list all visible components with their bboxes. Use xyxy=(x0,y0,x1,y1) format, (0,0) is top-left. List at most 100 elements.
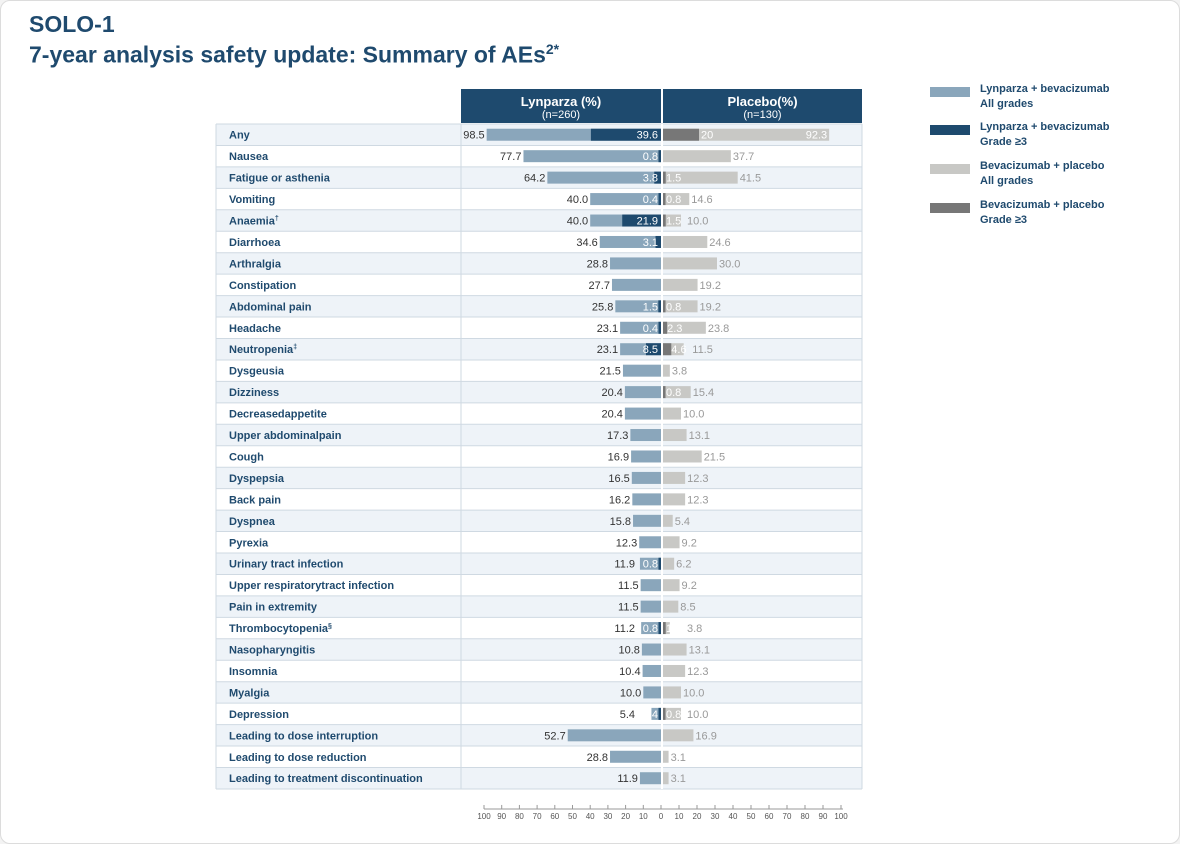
placebo-all-grades-bar xyxy=(663,750,669,763)
lynparza-all-grades-label: 15.8 xyxy=(610,516,631,528)
lynparza-all-grades-label: 16.9 xyxy=(608,451,629,463)
row-background xyxy=(216,295,862,318)
lynparza-column-n: (n=260) xyxy=(541,109,581,121)
row-background xyxy=(216,381,862,403)
lynparza-grade3-bar xyxy=(658,150,661,163)
category-label: Pain in extremity xyxy=(229,602,318,614)
row-background xyxy=(216,488,862,511)
lynparza-grade3-label: 0.8 xyxy=(643,623,658,635)
lynparza-all-grades-label: 23.1 xyxy=(597,344,618,356)
lynparza-all-grades-label: 52.7 xyxy=(544,730,565,742)
placebo-all-grades-label: 24.6 xyxy=(709,237,730,249)
placebo-all-grades-label: 11.5 xyxy=(692,344,713,356)
lynparza-all-grades-bar xyxy=(632,493,661,506)
placebo-all-grades-bar xyxy=(663,686,681,699)
lynparza-grade3-label: 0.4 xyxy=(643,194,658,206)
lynparza-all-grades-bar xyxy=(630,429,661,442)
lynparza-all-grades-bar xyxy=(643,686,661,699)
x-tick-label: 40 xyxy=(729,812,738,821)
x-tick-label: 50 xyxy=(568,812,577,821)
placebo-all-grades-label: 14.6 xyxy=(691,194,712,206)
placebo-all-grades-label: 12.3 xyxy=(687,494,708,506)
row-background xyxy=(216,338,862,360)
placebo-column-header: Placebo(%) (n=130) xyxy=(663,89,862,123)
x-tick-label: 80 xyxy=(801,812,810,821)
lynparza-grade3-bar xyxy=(658,557,661,570)
lynparza-all-grades-bar xyxy=(624,386,661,399)
placebo-grade3-label: 1.5 xyxy=(666,623,681,635)
placebo-all-grades-bar xyxy=(663,493,686,506)
row-background xyxy=(216,252,862,275)
x-tick-label: 20 xyxy=(621,812,630,821)
lynparza-all-grades-label: 21.5 xyxy=(600,366,621,378)
row-background xyxy=(216,231,862,253)
category-label: Cough xyxy=(229,451,264,463)
legend-swatch xyxy=(930,125,970,135)
lynparza-grade3-label: 3.1 xyxy=(643,237,658,249)
lynparza-grade3-bar xyxy=(658,321,661,334)
lynparza-grade3-bar xyxy=(658,300,661,313)
placebo-all-grades-bar xyxy=(663,471,686,484)
placebo-all-grades-label: 12.3 xyxy=(687,473,708,485)
placebo-all-grades-bar xyxy=(663,579,680,592)
row-background xyxy=(216,445,862,468)
lynparza-grade3-label: 0.4 xyxy=(643,709,658,721)
placebo-all-grades-bar xyxy=(663,235,708,248)
row-background xyxy=(216,703,862,725)
placebo-grade3-label: 0.8 xyxy=(666,301,681,313)
lynparza-all-grades-label: 20.4 xyxy=(601,409,622,421)
lynparza-grade3-label: 0.8 xyxy=(643,559,658,571)
x-tick-label: 70 xyxy=(783,812,792,821)
row-background xyxy=(216,681,862,704)
x-tick-label: 30 xyxy=(603,812,612,821)
lynparza-grade3-label: 39.6 xyxy=(637,130,658,142)
placebo-all-grades-bar xyxy=(663,536,680,549)
category-label: Myalgia xyxy=(229,687,270,699)
x-tick-label: 60 xyxy=(550,812,559,821)
placebo-all-grades-bar xyxy=(663,772,669,785)
lynparza-all-grades-label: 10.4 xyxy=(619,666,640,678)
lynparza-all-grades-label: 10.8 xyxy=(618,645,639,657)
category-label: Diarrhoea xyxy=(229,237,281,249)
lynparza-grade3-label: 21.9 xyxy=(637,216,658,228)
lynparza-all-grades-label: 64.2 xyxy=(524,173,545,185)
lynparza-all-grades-label: 77.7 xyxy=(500,151,521,163)
lynparza-all-grades-bar xyxy=(641,643,661,656)
lynparza-all-grades-label: 11.9 xyxy=(614,559,635,571)
lynparza-all-grades-bar xyxy=(631,471,661,484)
x-tick-label: 60 xyxy=(765,812,774,821)
lynparza-all-grades-label: 40.0 xyxy=(567,216,588,228)
placebo-grade3-bar xyxy=(663,128,699,141)
lynparza-all-grades-label: 5.4 xyxy=(620,709,635,721)
placebo-all-grades-label: 10.0 xyxy=(683,409,704,421)
placebo-column-n: (n=130) xyxy=(743,109,782,121)
legend-label: Lynparza + bevacizumab All grades xyxy=(980,83,1110,110)
lynparza-all-grades-label: 11.5 xyxy=(618,602,639,614)
category-label: Dizziness xyxy=(229,387,279,399)
placebo-all-grades-label: 37.7 xyxy=(733,151,754,163)
row-background xyxy=(216,359,862,382)
placebo-all-grades-label: 15.4 xyxy=(693,387,714,399)
placebo-all-grades-bar xyxy=(663,643,687,656)
lynparza-all-grades-label: 27.7 xyxy=(589,280,610,292)
lynparza-column-header: Lynparza (%) (n=260) xyxy=(461,89,661,123)
x-tick-label: 50 xyxy=(747,812,756,821)
row-background xyxy=(216,274,862,296)
lynparza-all-grades-label: 10.0 xyxy=(620,687,641,699)
category-label: Any xyxy=(229,130,251,142)
placebo-all-grades-label: 3.8 xyxy=(687,623,702,635)
category-label: Thrombocytopenia§ xyxy=(229,623,332,635)
placebo-all-grades-label: 5.4 xyxy=(675,516,690,528)
lynparza-grade3-label: 3.8 xyxy=(643,173,658,185)
lynparza-grade3-bar xyxy=(658,193,661,206)
lynparza-all-grades-bar xyxy=(624,407,661,420)
placebo-all-grades-label: 30.0 xyxy=(719,258,740,270)
lynparza-all-grades-label: 34.6 xyxy=(576,237,597,249)
category-label: Decreasedappetite xyxy=(229,409,327,421)
placebo-all-grades-bar xyxy=(663,364,670,377)
placebo-all-grades-label: 10.0 xyxy=(687,216,708,228)
lynparza-all-grades-label: 16.5 xyxy=(608,473,629,485)
category-label: Dyspnea xyxy=(229,516,276,528)
lynparza-all-grades-bar xyxy=(639,772,661,785)
placebo-grade3-label: 2.3 xyxy=(667,323,682,335)
